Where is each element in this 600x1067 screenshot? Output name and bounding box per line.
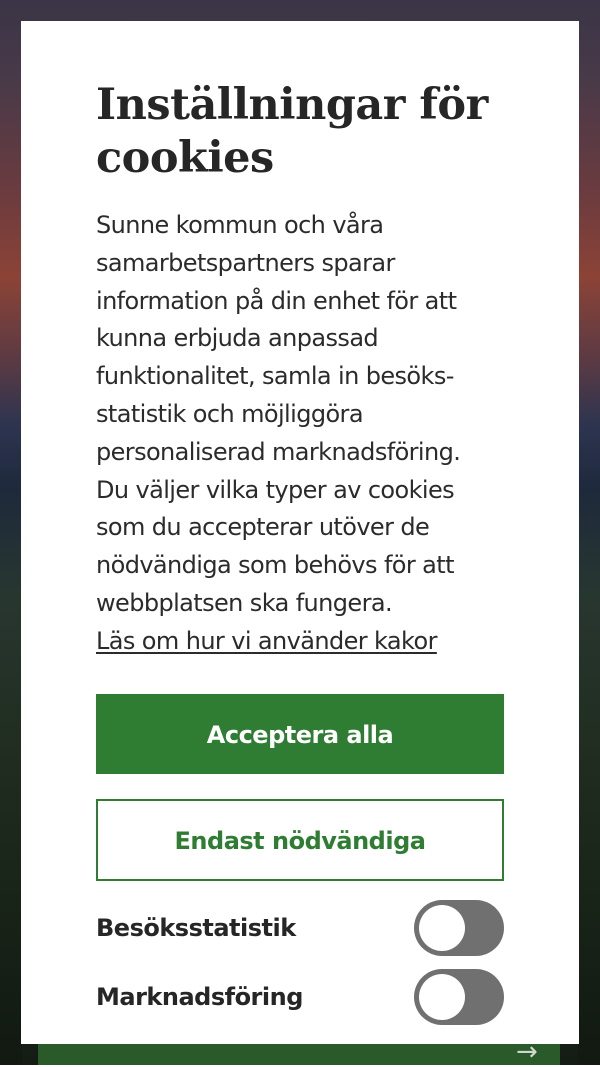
toggle-knob [419,905,465,951]
necessary-only-button[interactable]: Endast nödvändiga [96,799,504,881]
background-shade-left [0,0,22,1065]
dialog-title: Inställningar för cookies [96,79,504,185]
cookie-settings-dialog: Inställningar för cookies Sunne kommun o… [21,21,579,1044]
description-line: som du accepterar utöver de [96,513,430,542]
toggle-knob [419,974,465,1020]
accept-all-button[interactable]: Acceptera alla [96,694,504,774]
background-shade-right [578,0,600,1065]
description-line: funktionalitet, samla in besöks- [96,362,454,391]
dialog-description: Sunne kommun och våra samarbetspartners … [96,207,504,661]
toggle-label-marketing: Marknadsföring [96,983,303,1011]
description-line: nödvändiga som behövs för att [96,551,455,580]
toggle-label-statistics: Besöksstatistik [96,914,296,942]
description-line: Du väljer vilka typer av cookies [96,475,455,504]
description-line: information på din enhet för att [96,286,457,315]
description-line: webbplatsen ska fungera. [96,588,393,617]
dialog-title-line-1: Inställningar för [96,80,488,130]
description-line: kunna erbjuda anpassad [96,324,379,353]
toggle-row-marketing: Marknadsföring [96,969,504,1025]
statistics-toggle[interactable] [414,900,504,956]
dialog-title-line-2: cookies [96,133,274,183]
description-line: personaliserad marknadsföring. [96,437,461,466]
description-line: statistik och möjliggöra [96,399,364,428]
marketing-toggle[interactable] [414,969,504,1025]
cookie-policy-link[interactable]: Läs om hur vi använder kakor [96,623,437,659]
description-line: Sunne kommun och våra [96,211,384,239]
toggle-row-statistics: Besöksstatistik [96,900,504,956]
description-line: samarbetspartners sparar [96,248,395,277]
